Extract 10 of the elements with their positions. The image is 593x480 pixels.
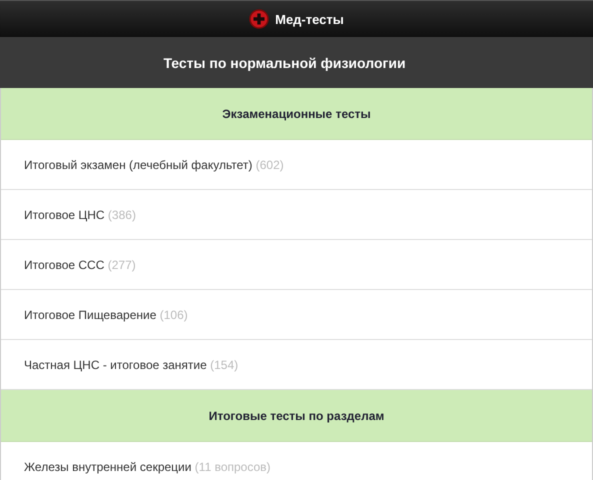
test-list-item[interactable]: Железы внутренней секреции (11 вопросов) xyxy=(1,442,592,480)
section-header: Итоговые тесты по разделам xyxy=(1,390,592,442)
test-list-item[interactable]: Итоговое Пищеварение (106) xyxy=(1,290,592,340)
test-list-item[interactable]: Итоговое ССС (277) xyxy=(1,240,592,290)
section-header: Экзаменационные тесты xyxy=(1,88,592,140)
medical-cross-logo-icon xyxy=(249,9,270,29)
page-title: Тесты по нормальной физиологии xyxy=(163,54,406,70)
test-list-item[interactable]: Итоговое ЦНС (386) xyxy=(1,190,592,240)
test-list-item[interactable]: Итоговый экзамен (лечебный факультет) (602) xyxy=(1,140,592,190)
app-title: Мед-тесты xyxy=(275,12,344,26)
